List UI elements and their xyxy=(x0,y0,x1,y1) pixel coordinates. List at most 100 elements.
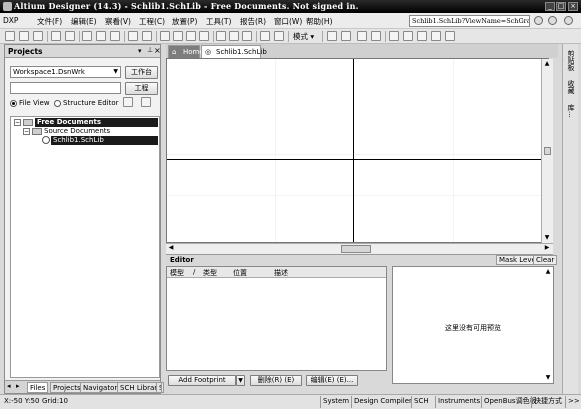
collapse-icon[interactable]: − xyxy=(23,128,30,135)
nav-left-icon[interactable] xyxy=(357,31,367,41)
horizontal-scroll-thumb[interactable] xyxy=(341,245,371,253)
column-type[interactable]: 类型 xyxy=(203,268,217,278)
tree-item-source-documents[interactable]: Source Documents xyxy=(44,127,110,136)
structure-editor-radio[interactable] xyxy=(54,100,61,107)
column-model[interactable]: 模型 xyxy=(170,268,184,278)
document-path-field[interactable]: Schlib1.SchLib?ViewName=SchGrap xyxy=(409,15,530,27)
status-more[interactable]: >> xyxy=(565,396,581,408)
tab-scroll-right-icon[interactable]: ▸ xyxy=(16,382,20,390)
status-instruments[interactable]: Instruments xyxy=(435,396,482,408)
redo-icon[interactable] xyxy=(274,31,284,41)
file-view-radio[interactable] xyxy=(10,100,17,107)
menu-dxp[interactable]: DXP xyxy=(3,16,18,25)
print-preview-icon[interactable] xyxy=(65,31,75,41)
status-openbus[interactable]: OpenBus调色板 xyxy=(481,396,539,408)
open-icon[interactable] xyxy=(19,31,29,41)
project-select[interactable] xyxy=(10,82,121,94)
menu-edit[interactable]: 编辑(E) xyxy=(71,16,97,27)
tab-scroll-left-icon[interactable]: ◂ xyxy=(7,382,11,390)
select-area-icon[interactable] xyxy=(216,31,226,41)
status-system[interactable]: System xyxy=(320,396,351,408)
collapse-icon[interactable]: − xyxy=(14,119,21,126)
minimize-button[interactable]: _ xyxy=(545,2,555,11)
menu-view[interactable]: 察看(V) xyxy=(105,16,131,27)
status-sch[interactable]: SCH xyxy=(411,396,431,408)
menu-tools[interactable]: 工具(T) xyxy=(206,16,231,27)
save-icon[interactable] xyxy=(33,31,43,41)
tree-item-schlib[interactable]: Schlib1.SchLib xyxy=(51,136,158,145)
workspace-button[interactable]: 工作台 xyxy=(125,66,158,79)
status-design-compiler[interactable]: Design Compiler xyxy=(351,396,414,408)
document-options-icon[interactable] xyxy=(141,97,151,107)
library-icon[interactable] xyxy=(96,31,106,41)
tab-home[interactable]: ⌂ Home xyxy=(168,45,204,58)
add-footprint-dropdown[interactable]: ▼ xyxy=(236,375,245,386)
move-icon[interactable] xyxy=(229,31,239,41)
project-button[interactable]: 工程 xyxy=(125,82,158,95)
settings-icon[interactable] xyxy=(564,16,573,25)
preview-scroll-down-icon[interactable]: ▼ xyxy=(544,374,552,383)
menu-window[interactable]: 窗口(W) xyxy=(274,16,302,27)
vertical-scroll-thumb[interactable] xyxy=(544,147,551,155)
cut-icon[interactable] xyxy=(160,31,170,41)
back-icon[interactable] xyxy=(534,16,543,25)
board-icon[interactable] xyxy=(110,31,120,41)
schematic-canvas[interactable] xyxy=(166,58,549,243)
right-tab-favorites[interactable]: 收藏 xyxy=(566,80,576,94)
maximize-button[interactable]: □ xyxy=(556,2,566,11)
parameter-icon[interactable] xyxy=(445,31,455,41)
close-button[interactable]: × xyxy=(568,2,578,11)
compile-icon[interactable] xyxy=(123,97,133,107)
nav-right-icon[interactable] xyxy=(371,31,381,41)
print-icon[interactable] xyxy=(51,31,61,41)
add-icon[interactable] xyxy=(327,31,337,41)
forward-icon[interactable] xyxy=(548,16,557,25)
right-tab-libraries[interactable]: 库... xyxy=(566,104,576,118)
vertical-scrollbar[interactable]: ▲ ▼ xyxy=(541,59,553,244)
tab-schlib[interactable]: ◎ Schlib1.SchLib xyxy=(201,45,267,58)
new-icon[interactable] xyxy=(5,31,15,41)
tab-sch-more[interactable]: SC xyxy=(156,382,162,393)
scroll-down-icon[interactable]: ▼ xyxy=(543,234,551,243)
right-tab-clipboard[interactable]: 剪贴板 xyxy=(566,50,576,71)
copy-icon[interactable] xyxy=(173,31,183,41)
rubber-stamp-icon[interactable] xyxy=(199,31,209,41)
scroll-left-icon[interactable]: ◀ xyxy=(167,244,175,253)
pin-icon[interactable] xyxy=(403,31,413,41)
paste-icon[interactable] xyxy=(186,31,196,41)
component-icon[interactable] xyxy=(82,31,92,41)
column-location[interactable]: 位置 xyxy=(233,268,247,278)
column-description[interactable]: 描述 xyxy=(274,268,288,278)
tab-projects[interactable]: Projects xyxy=(50,382,84,393)
tab-navigator[interactable]: Navigator xyxy=(80,382,121,393)
menu-place[interactable]: 放置(P) xyxy=(172,16,197,27)
pin-panel-icon[interactable]: ⊥ xyxy=(147,46,153,54)
clear-button[interactable]: Clear xyxy=(533,255,558,265)
grid-icon[interactable] xyxy=(431,31,441,41)
menu-reports[interactable]: 报告(R) xyxy=(240,16,266,27)
menu-file[interactable]: 文件(F) xyxy=(37,16,62,27)
status-shortcuts[interactable]: 快捷方式 xyxy=(531,396,564,408)
workspace-select[interactable]: Workspace1.DsnWrk ▼ xyxy=(10,66,121,78)
scroll-up-icon[interactable]: ▲ xyxy=(543,60,551,69)
deselect-icon[interactable] xyxy=(242,31,252,41)
zoom-out-icon[interactable] xyxy=(142,31,152,41)
zoom-in-icon[interactable] xyxy=(128,31,138,41)
add-footprint-button[interactable]: Add Footprint xyxy=(168,375,236,386)
panel-menu-icon[interactable]: ▾ xyxy=(138,47,142,55)
edit-button[interactable]: 编辑(E) (E)... xyxy=(306,375,358,386)
text-icon[interactable] xyxy=(417,31,427,41)
tab-files[interactable]: Files xyxy=(27,382,49,393)
wire-icon[interactable] xyxy=(389,31,399,41)
undo-icon[interactable] xyxy=(260,31,270,41)
preview-scroll-up-icon[interactable]: ▲ xyxy=(544,268,552,277)
menu-help[interactable]: 帮助(H) xyxy=(306,16,333,27)
close-panel-icon[interactable]: × xyxy=(154,46,161,55)
remove-icon[interactable] xyxy=(341,31,351,41)
scroll-right-icon[interactable]: ▶ xyxy=(543,244,551,253)
horizontal-scrollbar[interactable]: ◀ ▶ xyxy=(166,243,553,254)
mode-dropdown[interactable]: 模式 ▾ xyxy=(293,31,314,42)
tree-item-free-documents[interactable]: Free Documents xyxy=(35,118,158,127)
menu-project[interactable]: 工程(C) xyxy=(139,16,165,27)
delete-button[interactable]: 删除(R) (E) xyxy=(250,375,302,386)
